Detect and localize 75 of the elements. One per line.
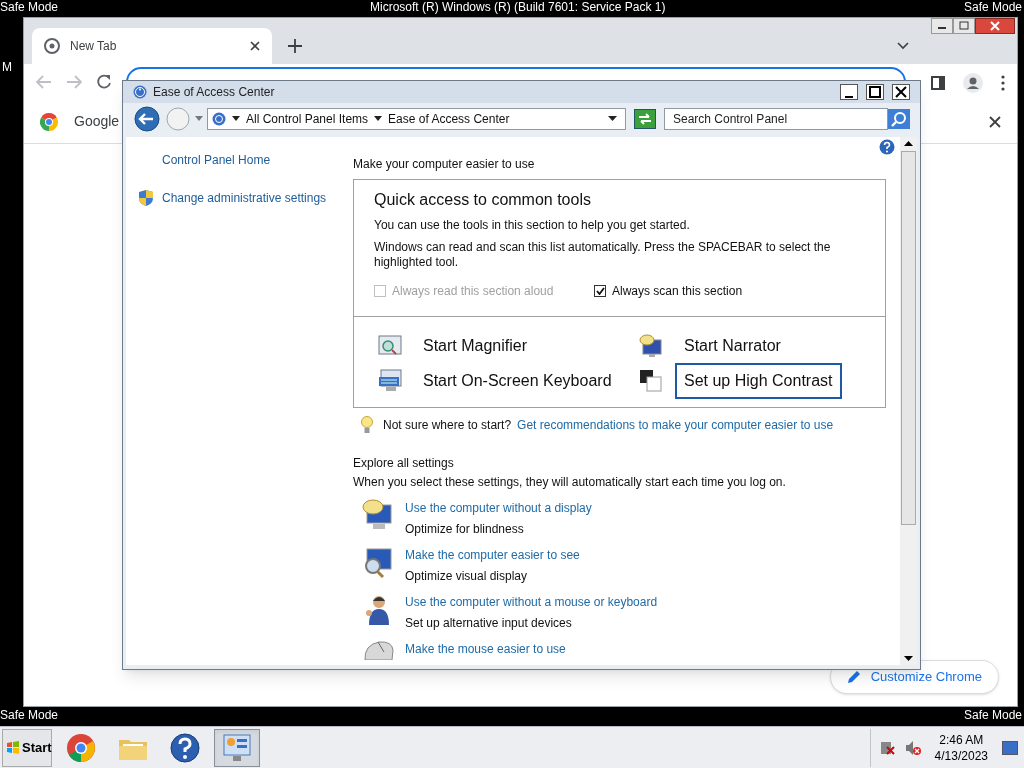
bookmark-link[interactable]: Google — [74, 111, 120, 132]
minimize-icon[interactable] — [931, 18, 953, 34]
sidebar-link[interactable]: Control Panel Home — [162, 151, 271, 169]
safe-mode-label: Safe Mode — [963, 708, 1022, 722]
help-icon[interactable] — [879, 139, 895, 155]
checkbox[interactable]: Always scan this section — [594, 282, 743, 300]
help-icon — [169, 731, 201, 764]
safe-mode-label: Safe Mode — [963, 0, 1022, 14]
google-icon — [40, 112, 58, 131]
dropdown-icon — [232, 116, 240, 122]
start-button[interactable]: Start — [2, 728, 52, 767]
menu-icon[interactable] — [1001, 75, 1005, 91]
close-icon[interactable] — [975, 18, 1015, 34]
hint-text: Not sure where to start? — [383, 417, 512, 434]
minimize-icon[interactable] — [840, 84, 858, 100]
reload-icon[interactable] — [96, 74, 112, 90]
clock-date[interactable]: 4/13/2023 — [934, 747, 988, 764]
close-icon[interactable] — [892, 84, 910, 100]
panel-text: You can use the tools in this section to help you get started. — [374, 218, 691, 233]
safe-mode-label: Safe Mode — [0, 708, 59, 722]
scroll-up-icon[interactable] — [904, 141, 913, 146]
side-panel-icon[interactable] — [931, 76, 945, 90]
shield-icon — [138, 189, 154, 207]
close-icon[interactable] — [989, 116, 1001, 128]
setting-description: Optimize visual display — [405, 568, 529, 585]
close-icon[interactable] — [250, 41, 260, 51]
show-desktop-icon[interactable] — [1002, 740, 1018, 755]
breadcrumb-item[interactable]: Ease of Access Center — [388, 110, 510, 128]
tool-link[interactable]: Start Magnifier — [414, 327, 537, 364]
chevron-down-icon[interactable] — [897, 42, 909, 50]
contrast-icon — [639, 368, 663, 393]
scrollbar-thumb[interactable] — [901, 151, 916, 525]
speaker-muted-icon — [904, 739, 921, 756]
dropdown-icon — [374, 116, 383, 122]
search-icon[interactable] — [888, 109, 910, 129]
recommendations-link[interactable]: Get recommendations to make your computer easier to use — [517, 416, 834, 434]
mouse-icon — [361, 640, 397, 660]
panel-title: Quick access to common tools — [374, 190, 592, 210]
checkmark-icon — [595, 287, 605, 295]
lightbulb-icon — [361, 416, 373, 434]
tool-link[interactable]: Set up High Contrast — [675, 362, 842, 399]
profile-icon[interactable] — [963, 73, 983, 93]
keyboard-icon — [378, 368, 402, 393]
narrator-icon — [639, 333, 663, 358]
taskbar-button[interactable] — [214, 728, 260, 767]
setting-description: Set up alternative input devices — [405, 615, 573, 632]
back-icon[interactable] — [133, 106, 161, 132]
setting-link[interactable]: Make the mouse easier to use — [405, 640, 566, 658]
new-tab-icon[interactable] — [288, 39, 302, 53]
section-text: When you select these settings, they will automatically start each time you log on. — [353, 474, 787, 491]
refresh-icon[interactable] — [634, 109, 656, 129]
setting-description: Optimize for blindness — [405, 521, 525, 538]
setting-link[interactable]: Use the computer without a mouse or keyboard — [405, 593, 658, 611]
setting-link[interactable]: Use the computer without a display — [405, 499, 592, 517]
sidebar-link[interactable]: Change administrative settings — [162, 189, 327, 207]
dropdown-icon[interactable] — [608, 116, 617, 122]
breadcrumb-item[interactable]: All Control Panel Items — [246, 110, 369, 128]
scrollbar[interactable] — [900, 137, 917, 665]
magnifier-icon — [378, 333, 402, 358]
maximize-icon[interactable] — [866, 84, 884, 100]
desktop-text: M — [2, 60, 12, 74]
setting-link[interactable]: Make the computer easier to see — [405, 546, 580, 564]
tool-link[interactable]: Start Narrator — [675, 327, 790, 364]
desktop-title: Microsoft (R) Windows (R) (Build 7601: Service Pack 1) — [370, 0, 666, 14]
tool-link[interactable]: Start On-Screen Keyboard — [414, 362, 621, 399]
section-heading: Explore all settings — [353, 455, 455, 472]
safe-mode-label: Safe Mode — [0, 0, 59, 14]
panel-text: Windows can read and scan this list automatically. Press the SPACEBAR to select the highlighted tool. — [374, 240, 832, 270]
clock-time[interactable]: 2:46 AM — [939, 731, 984, 748]
address-bar[interactable]: All Control Panel Items Ease of Access Center — [207, 108, 626, 130]
windows-logo-icon — [6, 740, 20, 755]
window-title: Ease of Access Center — [153, 84, 276, 101]
section-heading: Make your computer easier to use — [353, 156, 536, 173]
browser-tab[interactable]: New Tab — [32, 28, 272, 64]
search-field[interactable]: Search Control Panel — [664, 108, 888, 130]
